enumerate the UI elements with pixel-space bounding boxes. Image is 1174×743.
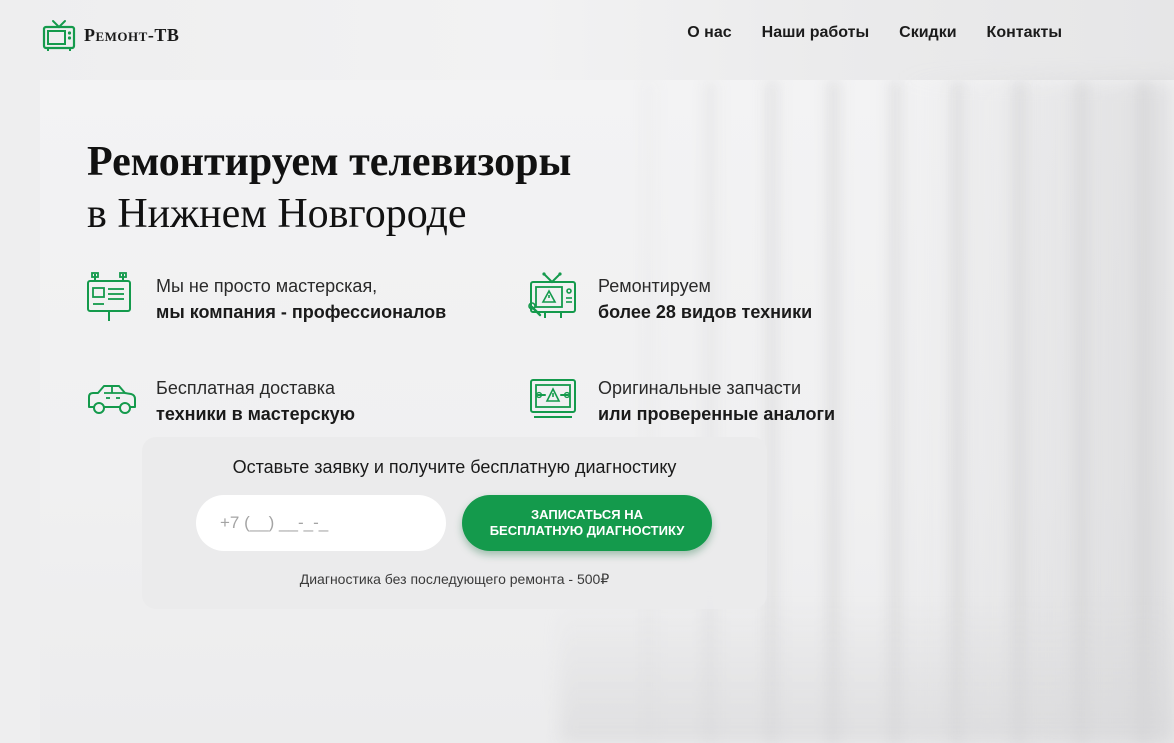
form-title: Оставьте заявку и получите бесплатную ди… [232, 457, 677, 477]
feature-text: Ремонтируем более 28 видов техники [598, 273, 812, 325]
feature-line2: мы компания - профессионалов [156, 302, 447, 322]
nav-item-about[interactable]: О нас [687, 24, 731, 42]
feature-text: Оригинальные запчасти или проверенные ан… [598, 375, 835, 427]
diagnostics-price-note: Диагностика без последующего ремонта - 5… [299, 571, 610, 587]
feature-original-parts: Оригинальные запчасти или проверенные ан… [528, 373, 835, 427]
brand-name: Ремонт-ТВ [84, 24, 180, 45]
diagnostics-form-card: Оставьте заявку и получите бесплатную ди… [142, 437, 767, 609]
hero-title: Ремонтируем телевизоры [87, 139, 572, 185]
feature-line1: Оригинальные запчасти [598, 378, 802, 398]
nav-item-contacts[interactable]: Контакты [987, 24, 1062, 42]
feature-free-delivery: Бесплатная доставка техники в мастерскую [86, 373, 355, 427]
tv-repair-icon [528, 272, 576, 318]
tv-parts-icon [530, 379, 576, 418]
tv-icon [42, 20, 76, 51]
button-label-line1: Записаться на [531, 507, 643, 522]
feature-device-types: Ремонтируем более 28 видов техники [528, 271, 812, 325]
feature-professionals: Мы не просто мастерская, мы компания - п… [86, 271, 446, 325]
feature-text: Бесплатная доставка техники в мастерскую [156, 375, 355, 427]
site-header: Ремонт-ТВ О нас Наши работы Скидки Конта… [0, 0, 1174, 72]
background-bottom-shade [560, 600, 1174, 743]
feature-line1: Бесплатная доставка [156, 378, 336, 398]
main-nav: О нас Наши работы Скидки Контакты [687, 24, 1062, 42]
nav-item-discounts[interactable]: Скидки [899, 24, 956, 42]
feature-line1: Мы не просто мастерская, [156, 276, 378, 296]
button-label-line2: бесплатную диагностику [489, 523, 685, 538]
feature-line2: техники в мастерскую [156, 404, 356, 424]
feature-text: Мы не просто мастерская, мы компания - п… [156, 273, 446, 325]
hero-subtitle: в Нижнем Новгороде [87, 191, 467, 237]
submit-diagnostics-button[interactable]: Записаться на бесплатную диагностику [462, 495, 712, 551]
phone-input[interactable] [196, 495, 446, 551]
feature-line2: более 28 видов техники [598, 302, 813, 322]
nav-item-works[interactable]: Наши работы [762, 24, 870, 42]
feature-line2: или проверенные аналоги [598, 404, 836, 424]
billboard-icon [87, 272, 131, 321]
feature-line1: Ремонтируем [598, 276, 711, 296]
logo[interactable]: Ремонт-ТВ [42, 18, 179, 52]
delivery-car-icon [88, 385, 136, 414]
page-background [0, 0, 1174, 743]
